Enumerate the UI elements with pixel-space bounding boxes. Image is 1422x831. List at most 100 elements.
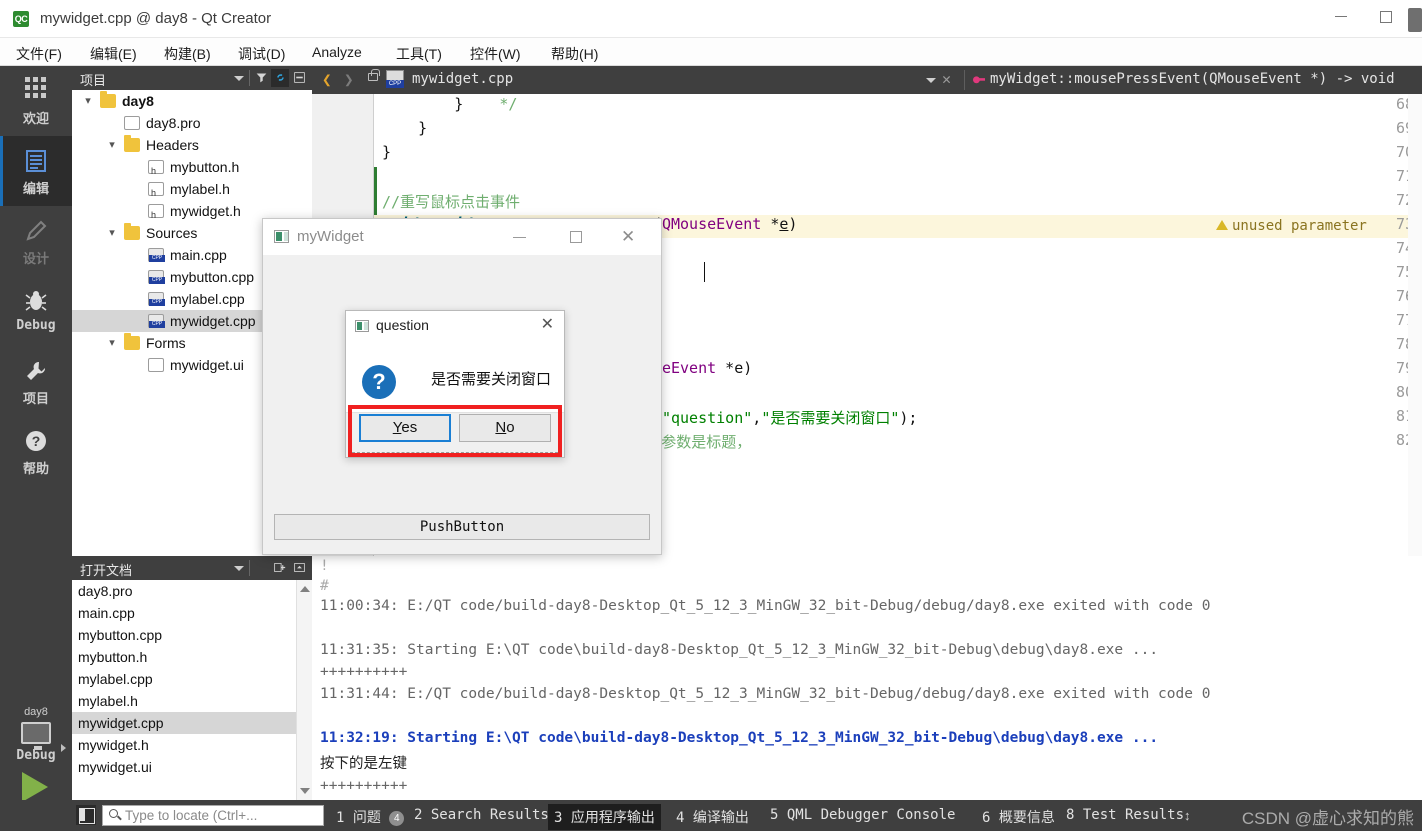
menu-tools[interactable]: 工具(T) <box>390 42 448 66</box>
output-tab-8[interactable]: 8 Test Results <box>1066 807 1184 823</box>
document-item[interactable]: main.cpp <box>72 602 296 624</box>
file-dropdown-chevron-icon[interactable] <box>926 78 936 83</box>
twisty-icon[interactable]: ▾ <box>82 90 94 112</box>
qt-widget-icon <box>274 230 289 243</box>
code-line[interactable]: //重写鼠标点击事件 <box>382 191 520 212</box>
open-documents-pane: 打开文档 day8.pro main.cpp mybutton.cpp mybutto… <box>72 556 312 800</box>
messagebox-titlebar: question ✕ <box>346 311 564 341</box>
tree-item-label: mybutton.cpp <box>170 269 255 285</box>
window-title: mywidget.cpp @ day8 - Qt Creator <box>40 10 272 27</box>
editor-filename[interactable]: mywidget.cpp <box>412 71 513 87</box>
wrench-icon <box>0 354 72 388</box>
code-line[interactable]: } <box>382 119 427 137</box>
statusbar: Type to locate (Ctrl+... 1 问题 4 2 Search … <box>0 800 1422 831</box>
divider <box>249 560 250 576</box>
document-item[interactable]: day8.pro <box>72 580 296 602</box>
editor-symbol-name[interactable]: myWidget::mousePressEvent(QMouseEvent *)… <box>990 71 1395 87</box>
mode-help[interactable]: ? 帮助 <box>0 416 72 486</box>
mode-design-label: 设计 <box>22 252 49 267</box>
mode-design[interactable]: 设计 <box>0 206 72 276</box>
output-tab-2[interactable]: 2 Search Results <box>414 807 549 823</box>
menu-analyze[interactable]: Analyze <box>306 42 368 62</box>
run-button[interactable] <box>22 772 48 802</box>
document-item[interactable]: mybutton.h <box>72 646 296 668</box>
sidebar-toggle-icon[interactable] <box>76 805 96 825</box>
open-documents-list[interactable]: day8.pro main.cpp mybutton.cpp mybutton.h my… <box>72 580 296 800</box>
application-output-pane[interactable]: ! #11:00:34: E:/QT code/build-day8-Deskto… <box>312 556 1422 800</box>
collapse-all-icon[interactable] <box>290 69 308 87</box>
menu-file[interactable]: 文件(F) <box>10 42 68 66</box>
twisty-icon[interactable]: ▾ <box>106 332 118 354</box>
split-icon[interactable] <box>270 559 288 577</box>
chevron-left-icon[interactable]: ❮ <box>322 70 332 89</box>
menu-build[interactable]: 构建(B) <box>158 42 217 66</box>
output-tab-6[interactable]: 6 概要信息 <box>982 807 1055 827</box>
document-item[interactable]: mywidget.cpp <box>72 712 296 734</box>
menu-help[interactable]: 帮助(H) <box>545 42 604 66</box>
filter-icon[interactable] <box>252 69 270 87</box>
document-item[interactable]: mybutton.cpp <box>72 624 296 646</box>
output-pane-updown-icon[interactable]: ↕ <box>1184 808 1191 823</box>
menu-icon[interactable] <box>290 559 308 577</box>
mywidget-close-button[interactable]: ✕ <box>621 227 635 247</box>
mode-projects[interactable]: 项目 <box>0 346 72 416</box>
chevron-down-icon[interactable] <box>234 566 244 571</box>
twisty-icon[interactable]: ▾ <box>106 134 118 156</box>
scroll-down-icon[interactable] <box>300 788 310 794</box>
menu-edit[interactable]: 编辑(E) <box>84 42 143 66</box>
menu-widgets[interactable]: 控件(W) <box>464 42 527 66</box>
tree-item-day8[interactable]: ▾ day8 <box>72 90 312 112</box>
window-minimize-button[interactable] <box>1335 16 1347 17</box>
project-pane-title: 项目 <box>80 73 107 88</box>
svg-text:?: ? <box>32 433 41 449</box>
tree-item-day8-pro[interactable]: day8.pro <box>72 112 312 134</box>
document-item[interactable]: mywidget.h <box>72 734 296 756</box>
code-line[interactable]: } <box>382 143 391 161</box>
output-line: 按下的是左键 <box>320 756 407 772</box>
chevron-right-icon[interactable]: ❯ <box>344 70 354 89</box>
tree-item-label: mylabel.h <box>170 181 230 197</box>
window-scroll-cap[interactable] <box>1408 8 1422 32</box>
menubar: 文件(F) 编辑(E) 构建(B) 调试(D) Analyze 工具(T) 控件… <box>0 38 1422 66</box>
messagebox-close-button[interactable]: ✕ <box>541 314 554 334</box>
close-icon[interactable]: ✕ <box>942 70 951 88</box>
locator-input[interactable]: Type to locate (Ctrl+... <box>102 805 324 826</box>
chevron-down-icon[interactable] <box>234 76 244 81</box>
output-line: ++++++++++ <box>320 778 408 794</box>
mywidget-minimize-button[interactable] <box>513 237 526 238</box>
output-tab-4[interactable]: 4 编译输出 <box>676 807 749 827</box>
unlock-icon[interactable] <box>368 69 380 81</box>
mywidget-maximize-button[interactable] <box>570 231 582 243</box>
mode-edit[interactable]: 编辑 <box>0 136 72 206</box>
documents-scrollbar[interactable] <box>296 580 312 800</box>
document-item[interactable]: mylabel.h <box>72 690 296 712</box>
output-tab-3[interactable]: 3 应用程序输出 <box>548 804 661 830</box>
cpp-file-icon <box>148 270 165 284</box>
code-line[interactable]: } */ <box>382 95 517 113</box>
link-icon[interactable] <box>271 69 289 87</box>
output-tab-1[interactable]: 1 问题 4 <box>336 807 405 827</box>
locator-placeholder: Type to locate (Ctrl+... <box>125 808 258 823</box>
editor-scrollbar[interactable] <box>1408 94 1422 556</box>
qt-widget-icon <box>355 320 369 332</box>
ui-file-icon <box>148 358 164 372</box>
menu-debug[interactable]: 调试(D) <box>232 42 291 66</box>
pro-file-icon <box>124 116 140 130</box>
document-item[interactable]: mywidget.ui <box>72 756 296 778</box>
scroll-up-icon[interactable] <box>300 586 310 592</box>
window-maximize-button[interactable] <box>1380 11 1392 23</box>
tree-item-label: Headers <box>146 137 199 153</box>
annotation-highlight-box <box>348 405 562 457</box>
document-item[interactable]: mylabel.cpp <box>72 668 296 690</box>
mode-welcome[interactable]: 欢迎 <box>0 66 72 136</box>
pushbutton[interactable]: PushButton <box>274 514 650 540</box>
tree-item-Headers[interactable]: ▾ Headers <box>72 134 312 156</box>
mode-debug[interactable]: Debug <box>0 276 72 346</box>
tree-item-mylabel-h[interactable]: mylabel.h <box>72 178 312 204</box>
output-tab-5[interactable]: 5 QML Debugger Console <box>770 807 955 823</box>
twisty-icon[interactable]: ▾ <box>106 222 118 244</box>
mywidget-title: myWidget <box>297 228 364 245</box>
tree-item-mybutton-h[interactable]: mybutton.h <box>72 156 312 182</box>
tree-item-label: mywidget.cpp <box>170 313 256 329</box>
kit-selector[interactable]: day8 Debug <box>0 706 72 763</box>
